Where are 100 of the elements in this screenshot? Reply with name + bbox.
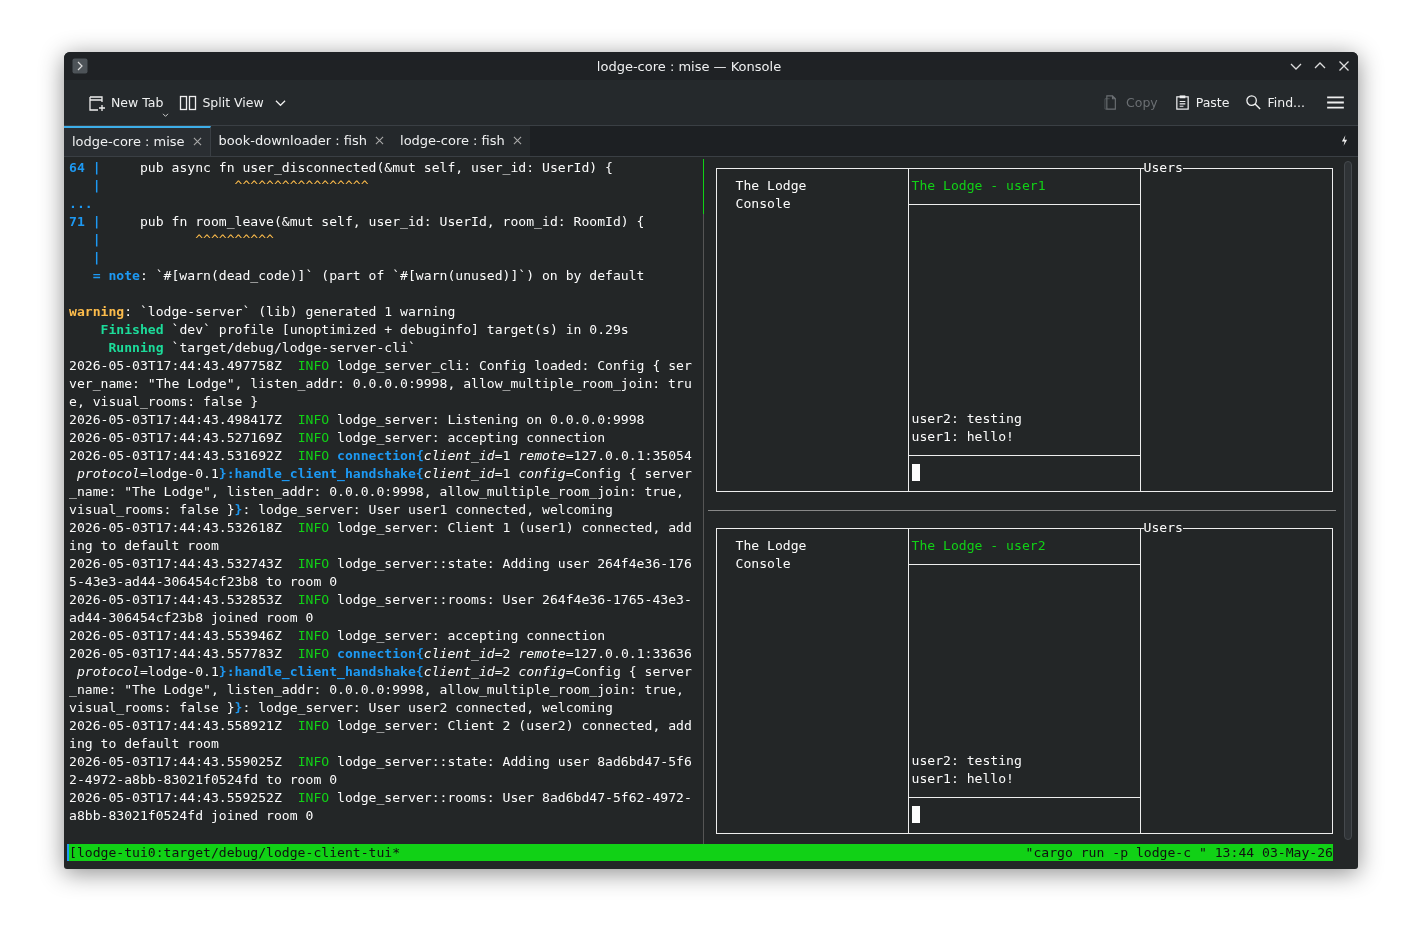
caret-marker: ^^^^^^^^^^^^^^^^^ (233, 178, 369, 193)
terminal-text: pub async fn user_disconnected(&mut self, user_id: UserId) { (138, 160, 613, 175)
terminal-text: 5-43e3-ad44-306454cf23b8 to room 0 (69, 574, 338, 589)
terminal-text: ing to default room (69, 736, 219, 751)
terminal-text: =1 (494, 466, 512, 481)
tab[interactable]: lodge-core : mise (64, 125, 211, 156)
terminal-text: pub fn room_leave(&mut self, user_id: UserId, room_id: RoomId) { (138, 214, 645, 229)
terminal-text: lodge_server::state: Adding user 264f4e36-176 (336, 556, 692, 571)
lightning-icon[interactable] (1341, 135, 1348, 147)
terminal-text: a8bb-83021f0524fd joined room 0 (69, 808, 314, 823)
terminal-text: 2026-05-03T17:44:43.527169Z (69, 430, 283, 445)
close-icon[interactable] (375, 136, 385, 146)
terminal-text: lodge_server::rooms: User 8ad6bd47-5f62-4972- (336, 790, 692, 805)
split-view-button[interactable]: Split View (173, 89, 292, 116)
line-number-gutter: ... (69, 196, 93, 211)
find-button[interactable]: Find... (1239, 90, 1311, 115)
caret-icon (162, 112, 170, 118)
chat-message: user2: testing (911, 752, 1023, 771)
new-tab-icon (88, 93, 106, 112)
terminal-text: 2026-05-03T17:44:43.559025Z (69, 754, 283, 769)
log-level: INFO (297, 646, 330, 661)
sidebar-text: Console (735, 555, 792, 574)
span-name: }:handle_client_handshake{ (218, 466, 424, 481)
terminal-text: =127.0.0.1:35054 (565, 448, 692, 463)
terminal-text: : lodge_server: User user1 connected, welcoming (242, 502, 613, 517)
field-name: remote (518, 646, 566, 661)
log-level: INFO (297, 718, 330, 733)
span-name: }:handle_client_handshake{ (218, 664, 424, 679)
terminal-text: ing to default room (69, 538, 219, 553)
terminal-text: =2 (494, 664, 512, 679)
search-icon (1245, 94, 1263, 111)
log-level: INFO (297, 628, 330, 643)
chat-title: The Lodge - user2 (911, 538, 1046, 554)
line-number-gutter: | (91, 250, 101, 265)
close-icon[interactable] (512, 136, 522, 146)
paste-button[interactable]: Paste (1167, 90, 1236, 115)
status-label: Running (107, 340, 164, 355)
field-name: config (518, 466, 566, 481)
terminal-text: lodge_server: accepting connection (336, 628, 606, 643)
terminal-text: ver_name: "The Lodge", listen_addr: 0.0.0.0:9998, allow_multiple_room_join: tru (69, 376, 692, 391)
line-number-gutter: = note (91, 268, 140, 283)
field-name: protocol (75, 466, 140, 481)
terminal-text: =lodge-0.1 (139, 466, 219, 481)
terminal-text: 2026-05-03T17:44:43.532743Z (69, 556, 283, 571)
terminal-text: =2 (494, 646, 512, 661)
field-name: remote (518, 448, 566, 463)
scrollbar[interactable] (1343, 161, 1352, 840)
terminal-text: =Config { server (565, 664, 692, 679)
terminal-text: 2026-05-03T17:44:43.532618Z (69, 520, 283, 535)
status-label: Finished (99, 322, 164, 337)
warning-label: warning (69, 304, 125, 319)
chat-message: user1: hello! (911, 428, 1015, 446)
terminal-text: lodge_server: Client 2 (user2) connected, add (336, 718, 692, 733)
terminal-text: `target/debug/lodge-server-cli` (170, 340, 416, 355)
new-tab-button[interactable]: New Tab (82, 89, 170, 116)
log-level: INFO (297, 754, 330, 769)
terminal-text: _name: "The Lodge", listen_addr: 0.0.0.0:9998, allow_multiple_room_join: true, (69, 682, 684, 697)
line-number-gutter: 64 | (69, 160, 101, 175)
terminal-text: =lodge-0.1 (139, 664, 219, 679)
terminal-text: _name: "The Lodge", listen_addr: 0.0.0.0:9998, allow_multiple_room_join: true, (69, 484, 684, 499)
terminal-text: lodge_server_cli: Config loaded: Config { ser (336, 358, 692, 373)
log-level: INFO (297, 520, 330, 535)
status-info: "cargo run -p lodge-c " 13:44 03-May-26 (1025, 844, 1333, 861)
chevron-down-icon (274, 98, 286, 107)
line-number-gutter: 71 | (69, 214, 101, 229)
text-cursor (911, 464, 920, 481)
terminal-text: =127.0.0.1:33636 (565, 646, 692, 661)
sidebar-text: Console (735, 195, 792, 213)
terminal-text: =Config { server (565, 466, 692, 481)
terminal-text: =1 (494, 448, 512, 463)
terminal-text: lodge_server: accepting connection (336, 430, 606, 445)
tab[interactable]: lodge-core : fish (392, 125, 530, 156)
terminal-text: lodge_server: Listening on 0.0.0.0:9998 (336, 412, 645, 427)
line-number-gutter: | (91, 178, 101, 193)
terminal-text: ad44-306454cf23b8 joined room 0 (69, 610, 314, 625)
clipboard-icon (1173, 94, 1191, 111)
window-title: lodge-core : mise — Konsole (595, 58, 783, 74)
terminal-text: 2026-05-03T17:44:43.559252Z (69, 790, 283, 805)
session-name: [lodge-tui0:target/debug/lodge-client-tui* (69, 844, 401, 861)
terminal-text: 2026-05-03T17:44:43.557783Z (69, 646, 283, 661)
span-name: connection{ (336, 448, 424, 463)
field-name: client_id (423, 646, 495, 661)
terminal-text: `dev` profile [unoptimized + debuginfo] target(s) in 0.29s (170, 322, 629, 337)
span-name: } (234, 502, 243, 517)
terminal-text: 2026-05-03T17:44:43.553946Z (69, 628, 283, 643)
menu-icon[interactable] (1327, 96, 1344, 109)
terminal-text: e, visual_rooms: false } (69, 394, 259, 409)
close-icon[interactable] (192, 137, 202, 147)
log-level: INFO (297, 556, 330, 571)
terminal-icon[interactable] (72, 58, 88, 75)
terminal-text: lodge_server: Client 1 (user1) connected, add (336, 520, 692, 535)
chat-title: The Lodge - user1 (911, 178, 1046, 193)
split-view-icon (179, 93, 198, 112)
terminal-text: visual_rooms: false } (69, 700, 235, 715)
chat-message: user1: hello! (911, 770, 1015, 789)
tab[interactable]: book-downloader : fish (210, 125, 393, 156)
log-level: INFO (297, 358, 330, 373)
sidebar-text: The Lodge (735, 177, 808, 195)
terminal-text: 2-4972-a8bb-83021f0524fd to room 0 (69, 772, 338, 787)
chat-message: user2: testing (911, 410, 1023, 428)
